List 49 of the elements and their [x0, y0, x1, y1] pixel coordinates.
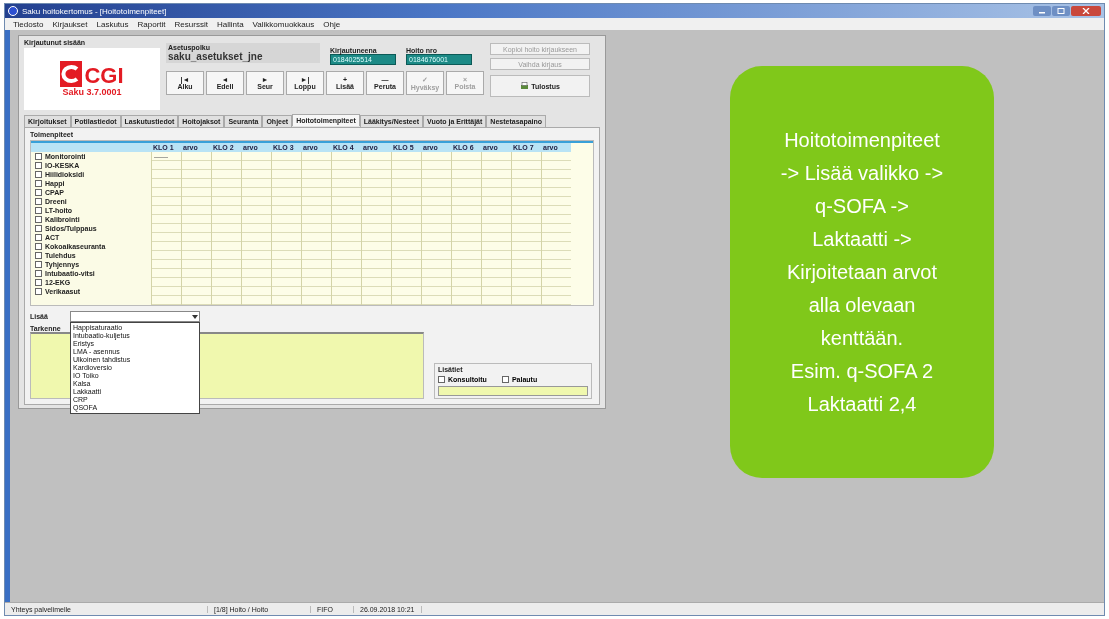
version-text: Saku 3.7.0001 [62, 87, 122, 97]
printer-icon [520, 82, 530, 90]
checkbox[interactable] [35, 234, 42, 241]
checkbox[interactable] [35, 180, 42, 187]
menu-item[interactable]: Ohje [323, 19, 341, 29]
checkbox[interactable] [501, 376, 509, 383]
menu-item[interactable]: Valikkomuokkaus [252, 19, 315, 29]
app-icon [8, 6, 18, 16]
checkbox[interactable] [35, 153, 42, 160]
checkbox[interactable] [35, 279, 42, 286]
window-title: Saku hoitokertomus - [Hoitotoimenpiteet] [22, 6, 168, 16]
close-button[interactable] [1071, 6, 1101, 16]
menu-item[interactable]: Kirjaukset [52, 19, 88, 29]
checkbox[interactable] [438, 376, 445, 383]
menu-item[interactable]: Raportit [137, 19, 166, 29]
checkbox[interactable] [35, 198, 42, 205]
checkbox[interactable] [35, 216, 42, 223]
callout-text: Kirjoitetaan arvot [786, 259, 938, 285]
close-icon [1082, 8, 1090, 14]
checkbox[interactable] [35, 189, 42, 196]
callout-text: -> Lisää valikko -> [780, 160, 944, 186]
checkbox[interactable] [35, 243, 42, 250]
callout-text: alla olevaan [808, 292, 916, 318]
checkbox[interactable] [35, 288, 42, 295]
menu-item[interactable]: Laskutus [96, 19, 129, 29]
checkbox[interactable] [35, 270, 42, 277]
menu-item[interactable]: Hallinta [216, 19, 244, 29]
maximize-button[interactable] [1052, 6, 1070, 16]
path-field: saku_asetukset_jne [168, 51, 318, 62]
menu-item[interactable]: Resurssit [174, 19, 208, 29]
logo-icon [60, 61, 83, 87]
callout-text: Hoitotoimenpiteet [784, 127, 940, 153]
checkbox[interactable] [35, 261, 42, 268]
maximize-icon [1057, 8, 1065, 14]
caret-icon[interactable] [191, 314, 199, 319]
callout-text: kenttään. [820, 325, 904, 351]
callout-text: Laktaatti 2,4 [807, 391, 917, 417]
callout-text: q-SOFA -> [815, 193, 909, 219]
checkbox[interactable] [35, 207, 42, 214]
text-field[interactable] [438, 386, 588, 396]
callout-text: Esim. q-SOFA 2 [790, 358, 934, 384]
checkbox[interactable] [35, 225, 42, 232]
logo-text: CGI [84, 65, 124, 87]
checkbox[interactable] [35, 162, 42, 169]
menu-item[interactable]: Tiedosto [13, 19, 44, 29]
checkbox[interactable] [35, 171, 42, 178]
callout-text: Laktaatti -> [812, 226, 912, 252]
checkbox[interactable] [35, 252, 42, 259]
minimize-button[interactable] [1033, 6, 1051, 16]
